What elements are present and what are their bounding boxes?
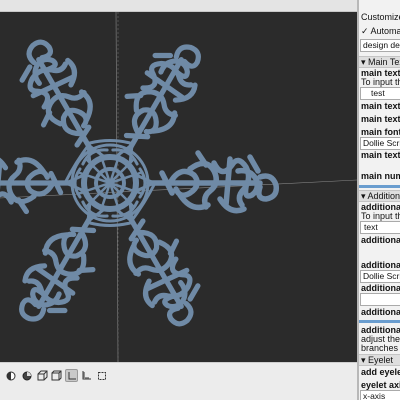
add-eyelet-label: add eyelet [361, 367, 400, 377]
additional-font-select[interactable]: Dollie Scrip [360, 270, 400, 283]
automatic-preview-checkbox[interactable]: ✓ Automatio [361, 26, 400, 37]
snowflake-branch [0, 157, 75, 215]
snowflake-branch [147, 150, 280, 214]
snowflake-branch [126, 213, 201, 327]
show-axes-icon[interactable] [65, 369, 78, 382]
section-divider [359, 185, 400, 188]
main-text-spacing-label: main text s [361, 150, 400, 160]
main-number-label: main numb [361, 171, 400, 181]
snowflake-branch [19, 39, 94, 153]
section-eyelet[interactable]: ▾ Eyelet [359, 354, 400, 366]
perspective-icon[interactable] [36, 369, 49, 382]
customizer-panel: Customizer ✓ Automatio design defa ▾ Mai… [359, 0, 400, 400]
additional-value-input[interactable] [360, 293, 400, 306]
preview-render-icon[interactable] [4, 369, 17, 382]
section-divider-2 [359, 320, 400, 323]
snowflake-model [0, 12, 357, 362]
additional-label-2: additional [361, 235, 400, 245]
additional-label-5: additional [361, 307, 400, 317]
preset-select[interactable]: design defa [360, 39, 400, 52]
full-render-icon[interactable] [20, 369, 33, 382]
main-text-input[interactable]: test [360, 87, 400, 100]
eyelet-axis-select[interactable]: x-axis [360, 390, 400, 400]
snowflake-branch [123, 44, 201, 153]
show-scale-icon[interactable] [80, 369, 93, 382]
editor-top-strip [0, 0, 358, 12]
main-text-size-label: main text s [361, 101, 400, 111]
section-additional[interactable]: ▾ Additiona [359, 190, 400, 202]
adjust-hint-line-2: branches [361, 343, 399, 353]
additional-text-input[interactable]: text [360, 221, 400, 234]
show-edges-icon[interactable] [95, 369, 108, 382]
section-main-text[interactable]: ▾ Main Text [359, 56, 400, 68]
main-text-weight-label: main text w [361, 114, 400, 124]
snowflake-branch [19, 213, 97, 322]
view-toolbar [0, 362, 358, 400]
y-axis-line [115, 12, 119, 362]
customizer-title: Customizer [361, 12, 400, 22]
orthogonal-icon[interactable] [50, 369, 63, 382]
snowflake-body [0, 39, 280, 327]
main-font-select[interactable]: Dollie Scrip [360, 137, 400, 150]
3d-viewport[interactable] [0, 12, 357, 362]
openscad-window: Customizer ✓ Automatio design defa ▾ Mai… [0, 0, 400, 400]
